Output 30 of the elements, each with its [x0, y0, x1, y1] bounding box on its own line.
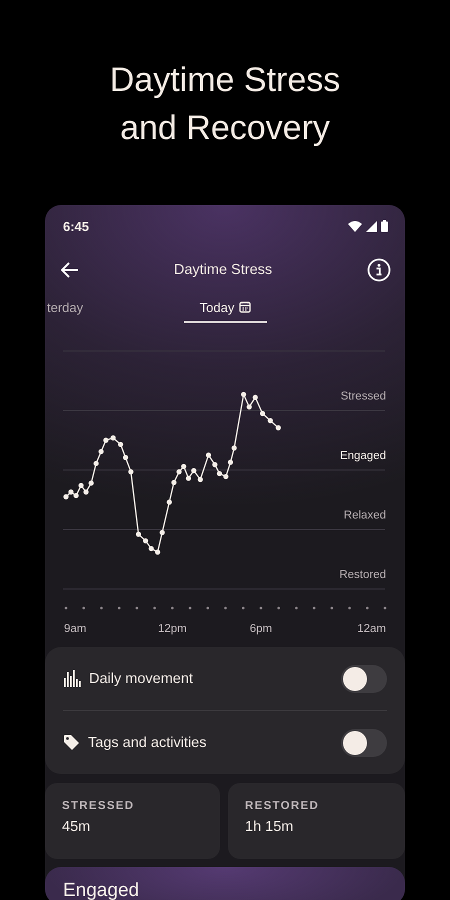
info-button[interactable]: [367, 258, 391, 282]
level-label: Relaxed: [344, 510, 386, 522]
stat-label: RESTORED: [245, 800, 320, 812]
time-label: 12pm: [158, 623, 187, 635]
day-tab[interactable]: Today: [184, 293, 267, 323]
time-label: 12am: [357, 623, 386, 635]
toggle-switch[interactable]: [341, 728, 387, 756]
toggle-switch[interactable]: [341, 664, 387, 692]
stat-label: STRESSED: [62, 800, 136, 812]
status-time: 6:45: [63, 218, 90, 234]
level-label: Engaged: [340, 450, 386, 462]
stat-value: 1h 15m: [245, 819, 294, 835]
level-label: Restored: [339, 569, 386, 582]
time-label: 6pm: [250, 623, 272, 635]
headline: Daytime Stress and Recovery: [108, 60, 342, 149]
time-label: 9am: [64, 623, 86, 635]
screen-title: Daytime Stress: [174, 262, 272, 278]
bar-chart-icon: [63, 670, 81, 687]
day-tab[interactable]: terday: [45, 293, 84, 323]
toggle-label: Tags and activities: [88, 734, 208, 750]
toggle-label: Daily movement: [89, 670, 194, 686]
battery-icon: [381, 220, 388, 232]
calendar-icon: [239, 301, 252, 313]
back-button[interactable]: [61, 262, 79, 278]
level-title: Engaged: [63, 881, 140, 900]
signal-icon: [366, 220, 377, 232]
wifi-icon: [348, 220, 362, 232]
stat-value: 45m: [62, 819, 92, 835]
level-label: Stressed: [340, 390, 386, 403]
tag-icon: [63, 734, 80, 751]
